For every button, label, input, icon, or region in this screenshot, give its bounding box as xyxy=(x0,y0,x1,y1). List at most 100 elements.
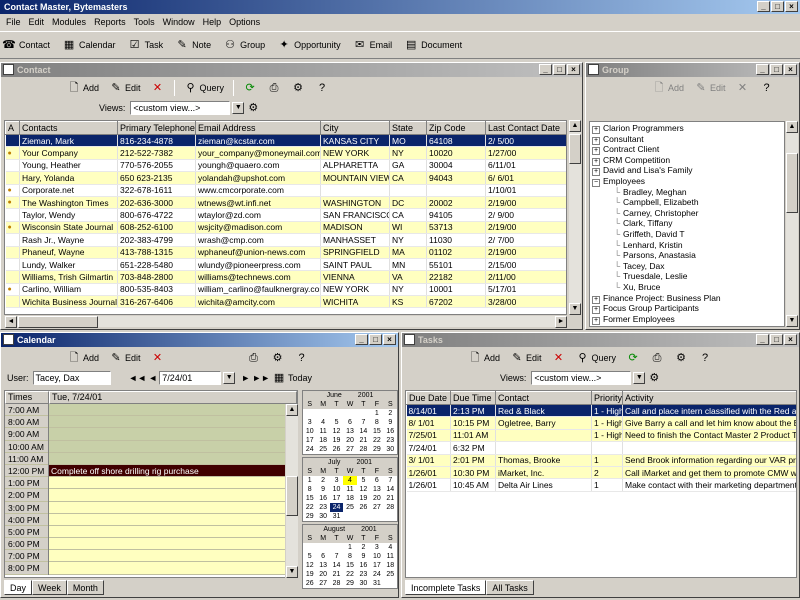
table-row[interactable]: Wichita Business Journal 316-267-6406 wich… xyxy=(5,295,566,309)
mini-day[interactable]: 25 xyxy=(316,445,329,454)
mini-day[interactable]: 18 xyxy=(384,561,397,570)
tree-item[interactable]: └ Parsons, Anastasia xyxy=(592,250,784,261)
mini-day[interactable]: 30 xyxy=(384,445,397,454)
tree-item[interactable]: └ Carney, Christopher xyxy=(592,208,784,219)
tasks-views-dropdown[interactable]: ▼ xyxy=(633,372,646,384)
mini-day[interactable]: 13 xyxy=(370,485,383,494)
contact-column-header[interactable]: A xyxy=(5,121,20,135)
contact-hscroll[interactable]: ◄ ► xyxy=(4,315,567,328)
tasks-minimize-button[interactable]: _ xyxy=(756,334,769,345)
mini-day[interactable]: 17 xyxy=(370,561,383,570)
mini-day[interactable]: 26 xyxy=(303,579,316,588)
table-row[interactable]: 8/ 1/01 10:15 PM Ogletree, Barry 1 - High Gi… xyxy=(406,416,796,430)
calendar-close-button[interactable]: × xyxy=(383,334,396,345)
group-close-button[interactable]: × xyxy=(784,64,797,75)
mini-day[interactable]: 20 xyxy=(370,494,383,503)
tree-item[interactable]: └ Griffeth, David T xyxy=(592,229,784,240)
tree-item[interactable]: − Employees xyxy=(592,176,784,187)
tasks-column-header[interactable]: Priority xyxy=(591,391,623,405)
mini-day[interactable]: 16 xyxy=(316,494,329,503)
mini-day[interactable]: 27 xyxy=(316,579,329,588)
mini-day[interactable]: 13 xyxy=(343,427,356,436)
mini-day[interactable]: 15 xyxy=(343,561,356,570)
scroll-thumb[interactable] xyxy=(786,153,798,213)
toolbar-calendar-button[interactable]: ▦ Calendar xyxy=(62,38,116,52)
mini-day[interactable]: 24 xyxy=(370,570,383,579)
time-slot[interactable] xyxy=(49,428,297,441)
mini-day[interactable]: 23 xyxy=(316,503,329,512)
tree-item[interactable]: └ Lenhard, Kristin xyxy=(592,240,784,251)
tasks-close-button[interactable]: × xyxy=(784,334,797,345)
menu-modules[interactable]: Modules xyxy=(48,17,90,27)
mini-day[interactable]: 9 xyxy=(384,418,397,427)
mini-day[interactable]: 25 xyxy=(384,570,397,579)
tab-all-tasks[interactable]: All Tasks xyxy=(486,580,534,595)
prev-day-icon[interactable]: ◄ xyxy=(148,373,157,383)
tab-week[interactable]: Week xyxy=(32,580,67,595)
tasks-query-button[interactable]: ⚲ Query xyxy=(572,349,621,367)
mini-day[interactable]: 27 xyxy=(370,503,383,512)
contact-column-header[interactable]: Zip Code xyxy=(426,121,486,135)
mini-day[interactable]: 7 xyxy=(384,476,397,485)
calendar-tools-button[interactable]: ⚙ xyxy=(267,349,289,367)
tasks-add-button[interactable]: 🗋 Add xyxy=(464,349,504,367)
mini-day[interactable]: 7 xyxy=(357,418,370,427)
tree-item[interactable]: +Georgia 100 xyxy=(592,324,784,326)
tree-item[interactable]: + Finance Project: Business Plan xyxy=(592,293,784,304)
view-settings-icon[interactable]: ⚙ xyxy=(246,101,260,115)
tab-month[interactable]: Month xyxy=(66,580,104,595)
next-day-icon[interactable]: ► xyxy=(241,373,250,383)
expand-icon[interactable]: + xyxy=(592,147,600,156)
mini-day[interactable]: 10 xyxy=(303,427,316,436)
tree-item[interactable]: └ Truesdale, Leslie xyxy=(592,271,784,282)
tasks-tools-button[interactable]: ⚙ xyxy=(670,349,692,367)
contact-tools-button[interactable]: ⚙ xyxy=(287,79,309,97)
tree-item[interactable]: + Focus Group Participants xyxy=(592,303,784,315)
mini-day[interactable]: 13 xyxy=(316,561,329,570)
contact-minimize-button[interactable]: _ xyxy=(539,64,552,75)
mini-day[interactable]: 19 xyxy=(357,494,370,503)
mini-day[interactable]: 28 xyxy=(330,579,343,588)
tasks-column-header[interactable]: Due Date xyxy=(406,391,451,405)
group-help-button[interactable]: ? xyxy=(756,79,778,97)
toolbar-contact-button[interactable]: ☎ Contact xyxy=(2,38,50,52)
mini-day[interactable]: 4 xyxy=(343,476,357,485)
contact-help-button[interactable]: ? xyxy=(311,79,333,97)
mini-day[interactable]: 18 xyxy=(343,494,356,503)
mini-day[interactable]: 29 xyxy=(343,579,356,588)
calendar-date-input[interactable]: 7/24/01 xyxy=(159,371,222,385)
table-row[interactable]: Hary, Yolanda 650 623-2135 yolandah@upshot… xyxy=(5,171,566,185)
time-slot[interactable]: Complete off shore drilling rig purchase xyxy=(49,464,297,478)
time-slot[interactable] xyxy=(49,550,297,563)
mini-day[interactable]: 6 xyxy=(370,476,383,485)
mini-day[interactable]: 1 xyxy=(343,543,356,552)
toolbar-opportunity-button[interactable]: ✦ Opportunity xyxy=(277,38,341,52)
calendar-add-button[interactable]: 🗋 Add xyxy=(63,349,103,367)
table-row[interactable]: Zieman, Mark 816-234-4878 zieman@kcstar.co… xyxy=(5,134,566,148)
menu-reports[interactable]: Reports xyxy=(90,17,130,27)
tasks-column-header[interactable]: Activity xyxy=(622,391,796,405)
table-row[interactable]: ● Wisconsin State Journal 608-252-6100 wsjc… xyxy=(5,221,566,235)
mini-day[interactable]: 22 xyxy=(370,436,383,445)
mini-day[interactable]: 19 xyxy=(303,570,316,579)
contact-column-header[interactable]: City xyxy=(320,121,390,135)
mini-day[interactable]: 14 xyxy=(384,485,397,494)
time-slot[interactable] xyxy=(49,538,297,551)
mini-day[interactable]: 17 xyxy=(330,494,343,503)
time-slot[interactable] xyxy=(49,562,297,575)
menu-window[interactable]: Window xyxy=(159,17,199,27)
mini-day[interactable]: 3 xyxy=(330,476,343,485)
calendar-user-input[interactable]: Tacey, Dax xyxy=(32,371,111,385)
contact-column-header[interactable]: Last Contact Date xyxy=(485,121,566,135)
mini-day[interactable]: 25 xyxy=(343,503,356,512)
contact-column-header[interactable]: State xyxy=(389,121,427,135)
expand-icon[interactable]: − xyxy=(592,178,600,187)
mini-day[interactable]: 5 xyxy=(357,476,370,485)
mini-day[interactable]: 15 xyxy=(370,427,383,436)
table-row[interactable]: ● Carlino, William 800-535-8403 william_car… xyxy=(5,283,566,297)
mini-day[interactable]: 2 xyxy=(316,476,329,485)
mini-day[interactable]: 2 xyxy=(357,543,370,552)
calendar-print-button[interactable]: ⎙ xyxy=(243,349,265,367)
scroll-right-icon[interactable]: ► xyxy=(555,316,567,328)
scroll-down-icon[interactable]: ▼ xyxy=(569,303,581,315)
